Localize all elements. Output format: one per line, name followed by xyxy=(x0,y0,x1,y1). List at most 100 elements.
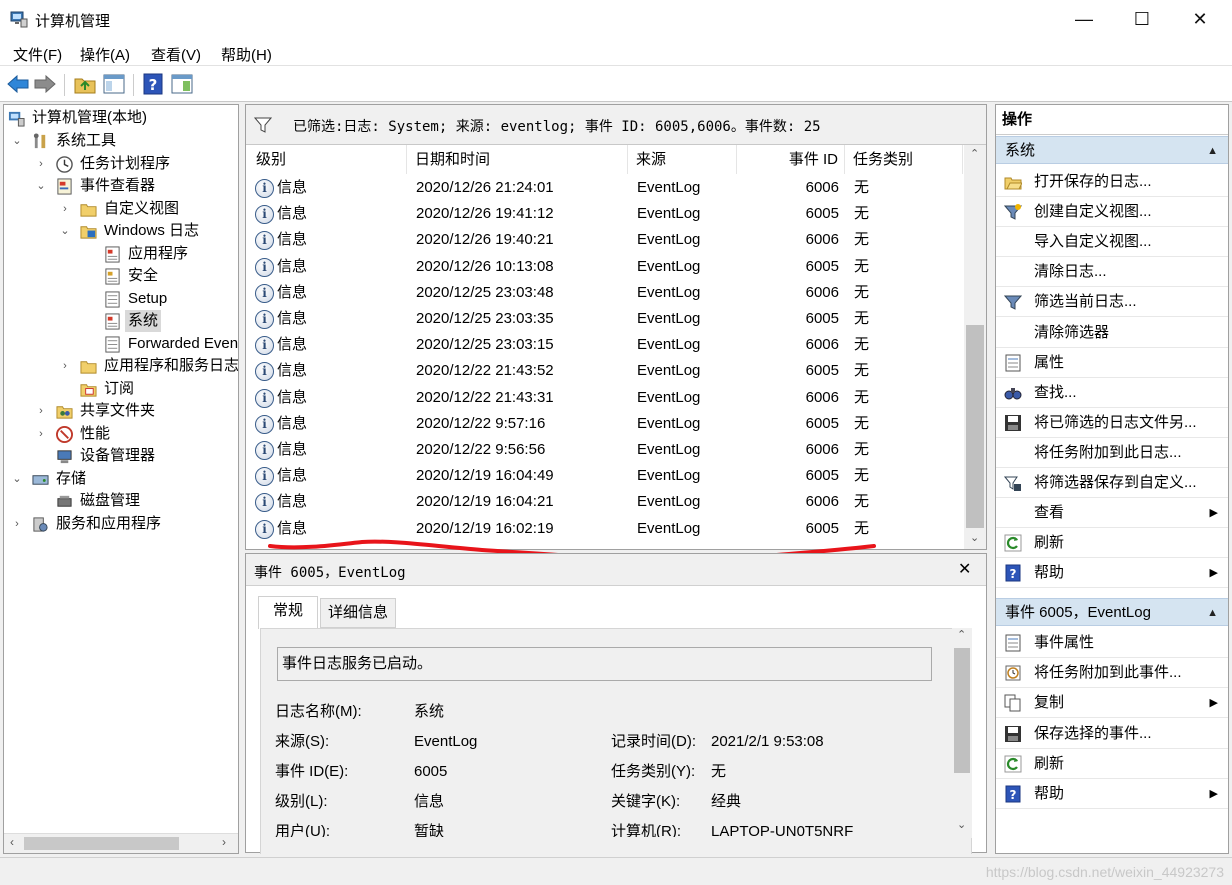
col-datetime[interactable]: 日期和时间 xyxy=(407,145,628,174)
col-source[interactable]: 来源 xyxy=(628,145,737,174)
action-item[interactable]: 查找... xyxy=(996,378,1228,408)
scroll-down-icon[interactable]: ⌄ xyxy=(957,818,966,831)
action-item[interactable]: 将任务附加到此日志... xyxy=(996,438,1228,468)
expand-icon[interactable]: › xyxy=(11,513,23,535)
expand-icon[interactable]: › xyxy=(35,423,47,445)
collapse-triangle-icon[interactable]: ▲ xyxy=(1207,137,1218,165)
expand-icon[interactable]: › xyxy=(59,198,71,220)
expand-icon[interactable]: › xyxy=(59,355,71,377)
scroll-down-icon[interactable]: ⌄ xyxy=(970,531,979,544)
col-task-category[interactable]: 任务类别 xyxy=(845,145,963,174)
action-item[interactable]: 刷新 xyxy=(996,528,1228,559)
tree-horizontal-scrollbar[interactable]: ‹ › xyxy=(4,833,238,853)
scroll-up-icon[interactable]: ⌃ xyxy=(957,628,966,641)
cell-task: 无 xyxy=(854,310,870,327)
action-item[interactable]: ? 帮助 ▶ xyxy=(996,779,1228,809)
action-item[interactable]: 将已筛选的日志文件另... xyxy=(996,408,1228,438)
table-row[interactable]: i 信息 2020/12/19 16:04:49 EventLog 6005 无 xyxy=(249,463,961,489)
menu-view[interactable]: 查看(V) xyxy=(151,44,201,65)
table-row[interactable]: i 信息 2020/12/26 21:24:01 EventLog 6006 无 xyxy=(249,175,961,201)
tab-details[interactable]: 详细信息 xyxy=(320,598,396,628)
scroll-left-icon[interactable]: ‹ xyxy=(10,835,14,849)
event-list-scrollbar[interactable]: ⌃ ⌄ xyxy=(964,145,986,549)
level-value[interactable]: 信息 xyxy=(414,791,444,813)
collapse-icon[interactable]: ⌄ xyxy=(11,468,23,490)
action-item[interactable]: 复制 ▶ xyxy=(996,688,1228,719)
action-item[interactable]: 属性 xyxy=(996,348,1228,378)
title-bar: 计算机管理 — ☐ ✕ xyxy=(0,0,1232,38)
expand-icon[interactable]: › xyxy=(35,400,47,422)
scroll-right-icon[interactable]: › xyxy=(222,835,226,849)
action-item[interactable]: 创建自定义视图... xyxy=(996,197,1228,228)
action-item[interactable]: 将任务附加到此事件... xyxy=(996,658,1228,689)
minimize-button[interactable]: — xyxy=(1055,0,1113,38)
scroll-thumb[interactable] xyxy=(966,325,984,528)
action-item[interactable]: 导入自定义视图... xyxy=(996,227,1228,258)
table-row[interactable]: i 信息 2020/12/25 23:03:15 EventLog 6006 无 xyxy=(249,332,961,358)
source-value[interactable]: EventLog xyxy=(414,731,477,753)
table-row[interactable]: i 信息 2020/12/26 19:41:12 EventLog 6005 无 xyxy=(249,201,961,227)
task-category-value[interactable]: 无 xyxy=(711,761,726,783)
close-detail-icon[interactable]: ✕ xyxy=(958,559,971,579)
expand-icon[interactable]: › xyxy=(35,153,47,175)
table-row[interactable]: i 信息 2020/12/19 16:04:21 EventLog 6006 无 xyxy=(249,489,961,515)
table-row[interactable]: i 信息 2020/12/26 10:13:08 EventLog 6005 无 xyxy=(249,254,961,280)
back-arrow-icon[interactable] xyxy=(6,72,30,96)
scroll-up-icon[interactable]: ⌃ xyxy=(970,147,979,160)
open-folder-icon xyxy=(1004,177,1022,190)
refresh-icon xyxy=(1004,534,1022,552)
table-row[interactable]: i 信息 2020/12/22 9:56:56 EventLog 6006 无 xyxy=(249,437,961,463)
action-item[interactable]: 查看 ▶ xyxy=(996,498,1228,529)
action-item[interactable]: 将筛选器保存到自定义... xyxy=(996,468,1228,498)
collapse-triangle-icon[interactable]: ▲ xyxy=(1207,599,1218,627)
cell-datetime: 2020/12/26 10:13:08 xyxy=(416,257,554,275)
collapse-icon[interactable]: ⌄ xyxy=(35,175,47,197)
action-item[interactable]: 筛选当前日志... xyxy=(996,287,1228,318)
table-row[interactable]: i 信息 2020/12/22 21:43:52 EventLog 6005 无 xyxy=(249,358,961,384)
log-name-value[interactable]: 系统 xyxy=(414,701,444,723)
close-button[interactable]: ✕ xyxy=(1171,0,1229,38)
table-row[interactable]: i 信息 2020/12/26 19:40:21 EventLog 6006 无 xyxy=(249,227,961,253)
properties-pane-icon[interactable] xyxy=(170,72,194,96)
cell-datetime: 2020/12/26 19:41:12 xyxy=(416,205,554,223)
menu-file[interactable]: 文件(F) xyxy=(13,44,62,65)
computer-value[interactable]: LAPTOP-UN0T5NRF xyxy=(711,821,853,837)
action-item[interactable]: 清除日志... xyxy=(996,257,1228,288)
menu-action[interactable]: 操作(A) xyxy=(80,44,130,65)
forward-arrow-icon[interactable] xyxy=(33,72,57,96)
col-level[interactable]: 级别 xyxy=(246,145,407,174)
action-item[interactable]: 保存选择的事件... xyxy=(996,719,1228,749)
scroll-thumb[interactable] xyxy=(954,648,970,773)
action-item[interactable]: 打开保存的日志... xyxy=(996,167,1228,197)
scroll-thumb[interactable] xyxy=(24,837,179,850)
event-description[interactable]: 事件日志服务已启动。 xyxy=(277,647,932,681)
event-id-value[interactable]: 6005 xyxy=(414,761,447,783)
action-item[interactable]: 事件属性 xyxy=(996,628,1228,658)
user-value[interactable]: 暂缺 xyxy=(414,821,444,837)
table-row[interactable]: i 信息 2020/12/25 23:03:48 EventLog 6006 无 xyxy=(249,280,961,306)
tab-general[interactable]: 常规 xyxy=(258,596,318,629)
actions-section-system[interactable]: 系统 ▲ xyxy=(996,136,1228,164)
help-icon[interactable]: ? xyxy=(141,72,165,96)
table-row[interactable]: i 信息 2020/12/22 21:43:31 EventLog 6006 无 xyxy=(249,385,961,411)
table-row[interactable]: i 信息 2020/12/19 16:02:19 EventLog 6005 无 xyxy=(249,516,961,542)
table-row[interactable]: i 信息 2020/12/22 9:57:16 EventLog 6005 无 xyxy=(249,411,961,437)
action-item[interactable]: 清除筛选器 xyxy=(996,318,1228,348)
console-tree-icon[interactable] xyxy=(102,72,126,96)
actions-section-event[interactable]: 事件 6005，EventLog ▲ xyxy=(996,598,1228,626)
collapse-icon[interactable]: ⌄ xyxy=(59,220,71,242)
folder-up-icon[interactable] xyxy=(73,72,97,96)
menu-help[interactable]: 帮助(H) xyxy=(221,44,272,65)
action-item[interactable]: 刷新 xyxy=(996,749,1228,779)
storage-icon xyxy=(32,475,49,485)
table-row[interactable]: i 信息 2020/12/25 23:03:35 EventLog 6005 无 xyxy=(249,306,961,332)
keywords-label: 关键字(K): xyxy=(611,793,681,810)
keywords-value[interactable]: 经典 xyxy=(711,791,741,813)
logged-value[interactable]: 2021/2/1 9:53:08 xyxy=(711,731,824,753)
action-item[interactable]: ? 帮助 ▶ xyxy=(996,558,1228,589)
cell-event-id: 6006 xyxy=(805,179,839,196)
maximize-button[interactable]: ☐ xyxy=(1113,0,1171,38)
collapse-icon[interactable]: ⌄ xyxy=(11,130,23,152)
col-event-id[interactable]: 事件 ID xyxy=(737,145,845,174)
detail-scrollbar[interactable]: ⌃ ⌄ xyxy=(952,628,972,838)
